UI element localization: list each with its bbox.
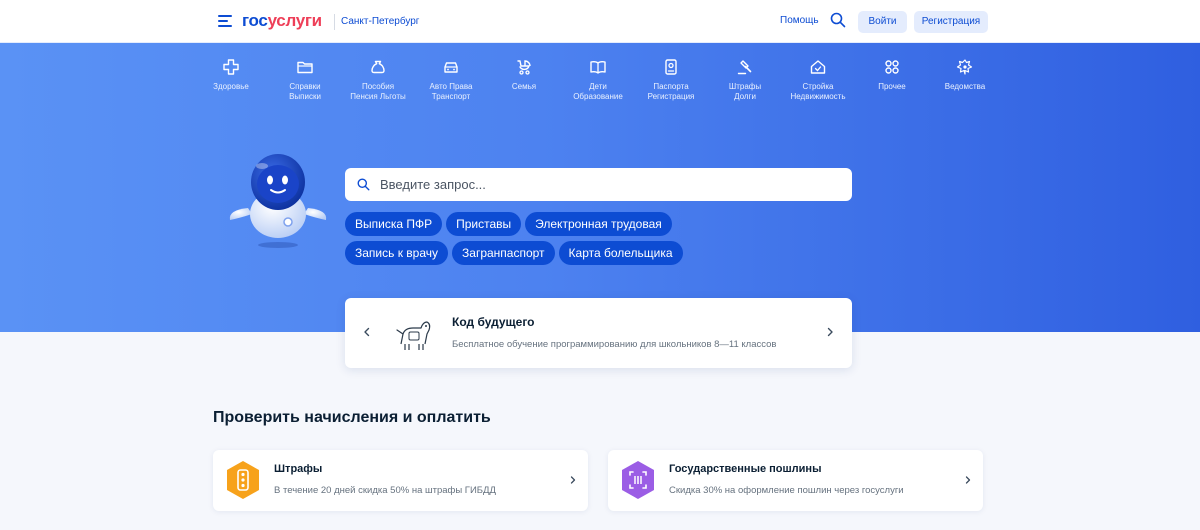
register-button[interactable]: Регистрация: [914, 11, 988, 33]
money-bag-icon: [371, 60, 385, 74]
card-title: Штрафы: [274, 463, 323, 475]
category-label: Дети: [589, 82, 607, 91]
header: госуслуги Санкт-Петербург Помощь Войти Р…: [0, 0, 1200, 43]
category-agencies[interactable]: Ведомства: [925, 58, 1005, 92]
house-icon: [810, 60, 826, 74]
category-label: Ведомства: [944, 82, 986, 91]
chip-electronic-workbook[interactable]: Электронная трудовая: [525, 212, 672, 236]
coat-of-arms-icon: [956, 59, 973, 75]
health-cross-icon: [223, 59, 239, 75]
menu-icon[interactable]: [218, 15, 232, 27]
category-label: Выписки: [289, 92, 321, 101]
robot-dog-illustration: [396, 321, 431, 350]
category-family[interactable]: Семья: [484, 58, 564, 92]
card-subtitle: Скидка 30% на оформление пошлин через го…: [669, 485, 904, 496]
section-title: Проверить начисления и оплатить: [213, 409, 491, 426]
chevron-left-icon[interactable]: [361, 326, 373, 338]
category-label: Пенсия Льготы: [350, 92, 406, 101]
chip-fan-card[interactable]: Карта болельщика: [558, 241, 683, 265]
stroller-icon: [517, 60, 531, 75]
category-construction[interactable]: Стройка Недвижимость: [778, 58, 858, 102]
chip-bailiffs[interactable]: Приставы: [446, 212, 522, 236]
card-title: Государственные пошлины: [669, 463, 822, 475]
category-fines[interactable]: Штрафы Долги: [705, 58, 785, 102]
category-label: Стройка: [802, 82, 834, 91]
promo-title: Код будущего: [452, 315, 535, 329]
category-other[interactable]: Прочее: [852, 58, 932, 92]
category-label: Прочее: [878, 82, 906, 91]
book-icon: [590, 61, 606, 74]
robot-mascot-illustration: [229, 154, 327, 248]
card-subtitle: В течение 20 дней скидка 50% на штрафы Г…: [274, 485, 496, 496]
chevron-right-icon[interactable]: [824, 326, 836, 338]
help-link[interactable]: Помощь: [780, 15, 819, 26]
login-button[interactable]: Войти: [858, 11, 907, 33]
category-health[interactable]: Здоровье: [191, 58, 271, 92]
card-state-duties[interactable]: Государственные пошлины Скидка 30% на оф…: [608, 450, 983, 511]
car-icon: [444, 62, 458, 73]
category-label: Семья: [511, 82, 537, 91]
logo-part-uslugi: услуги: [267, 11, 323, 30]
category-label: Недвижимость: [790, 92, 846, 101]
passport-icon: [665, 59, 677, 75]
traffic-light-icon: [227, 461, 259, 499]
category-children[interactable]: Дети Образование: [558, 58, 638, 102]
chevron-right-icon: [570, 476, 576, 484]
chip-pfr-statement[interactable]: Выписка ПФР: [345, 212, 443, 236]
promo-subtitle: Бесплатное обучение программированию для…: [452, 339, 777, 350]
folder-icon: [297, 61, 313, 74]
category-label: Паспорта: [653, 82, 689, 91]
category-label: Образование: [573, 92, 623, 101]
category-label: Транспорт: [431, 92, 471, 101]
category-label: Справки: [289, 82, 321, 91]
barcode-scan-icon: [622, 461, 654, 499]
gavel-icon: [737, 60, 752, 75]
main-search[interactable]: [345, 168, 852, 201]
hero-section: Здоровье Справки Выписки Пособия Пенсия Ль…: [0, 43, 1200, 332]
category-label: Регистрация: [647, 92, 695, 101]
quick-links: Выписка ПФР Приставы Электронная трудова…: [345, 212, 775, 265]
grid-icon: [885, 60, 899, 74]
search-icon: [357, 178, 370, 191]
region-selector[interactable]: Санкт-Петербург: [334, 14, 419, 30]
chip-doctor-appointment[interactable]: Запись к врачу: [345, 241, 449, 265]
search-icon[interactable]: [830, 12, 846, 28]
search-input[interactable]: [380, 177, 820, 192]
card-fines[interactable]: Штрафы В течение 20 дней скидка 50% на ш…: [213, 450, 588, 511]
logo[interactable]: госуслуги: [242, 11, 322, 31]
category-label: Пособия: [361, 82, 395, 91]
category-certificates[interactable]: Справки Выписки: [265, 58, 345, 102]
promo-banner[interactable]: Код будущего Бесплатное обучение програм…: [345, 298, 852, 368]
category-auto[interactable]: Авто Права Транспорт: [411, 58, 491, 102]
chevron-right-icon: [965, 476, 971, 484]
category-label: Долги: [734, 92, 756, 101]
chip-foreign-passport[interactable]: Загранпаспорт: [452, 241, 555, 265]
category-passports[interactable]: Паспорта Регистрация: [631, 58, 711, 102]
category-label: Здоровье: [213, 82, 249, 91]
logo-part-gos: гос: [242, 11, 268, 30]
category-label: Авто Права: [429, 82, 473, 91]
category-benefits[interactable]: Пособия Пенсия Льготы: [338, 58, 418, 102]
category-label: Штрафы: [728, 82, 762, 91]
